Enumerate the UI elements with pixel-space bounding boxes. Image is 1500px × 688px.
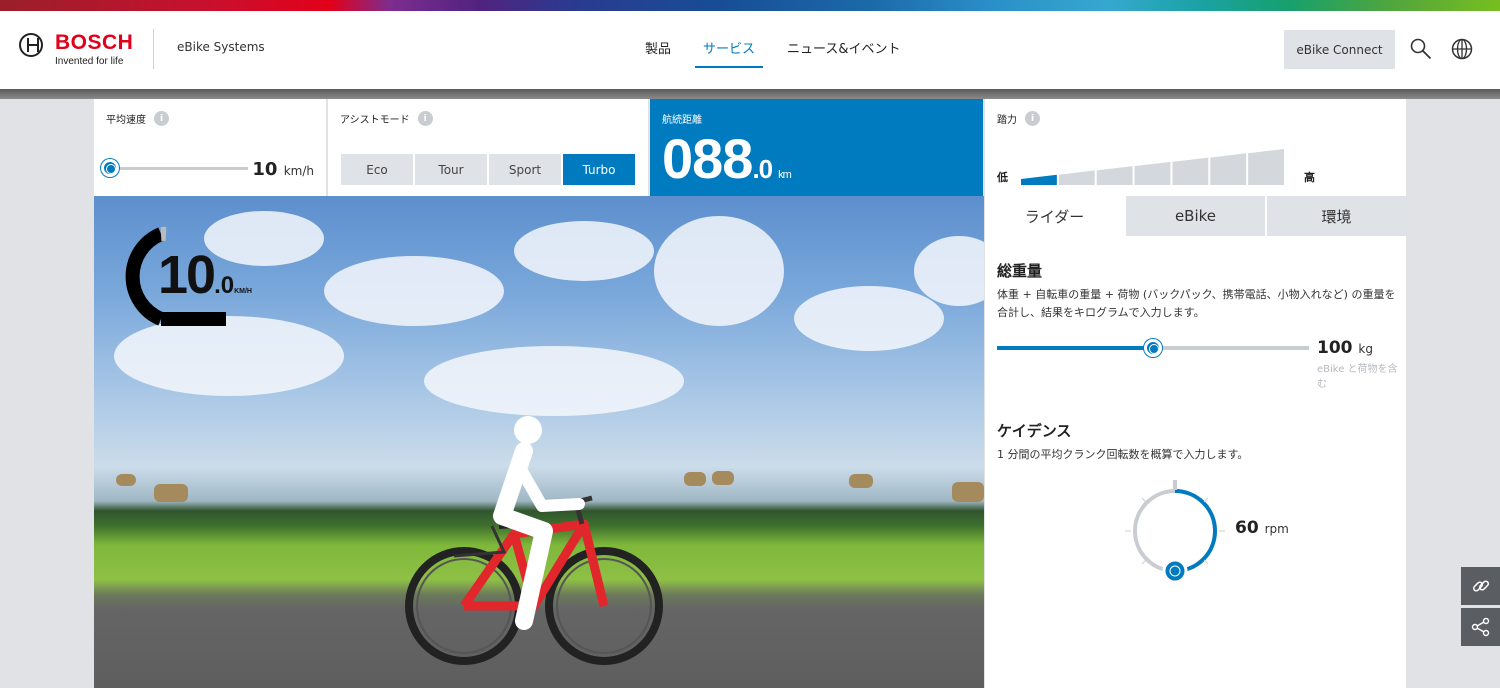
hay-bale: [116, 474, 136, 486]
range-unit: km: [778, 169, 792, 181]
pedal-force-meter[interactable]: [1021, 149, 1284, 185]
assist-mode-eco[interactable]: Eco: [341, 154, 413, 185]
pedal-force-label-row: 踏力 i: [997, 111, 1040, 126]
pedal-force-panel: 踏力 i 低 高: [985, 99, 1406, 196]
hay-bale: [952, 482, 984, 502]
share-icon: [1471, 617, 1489, 637]
avg-speed-number: 10: [252, 159, 278, 180]
avg-speed-slider-handle[interactable]: [101, 159, 119, 177]
avg-speed-unit: km/h: [283, 164, 314, 178]
cloud: [324, 256, 504, 326]
total-weight-number: 100: [1317, 338, 1353, 358]
total-weight-title: 総重量: [997, 262, 1043, 280]
cloud: [914, 236, 984, 306]
avg-speed-value: 10 km/h: [252, 159, 314, 180]
nav-item-service[interactable]: サービス: [695, 38, 764, 68]
settings-tabs: ライダー eBike 環境: [985, 196, 1406, 236]
nav-item-news-events[interactable]: ニュース&イベント: [787, 38, 901, 68]
logo-divider: [153, 29, 154, 69]
speedometer-unit: KM/H: [234, 288, 252, 295]
brand-color-stripe: [0, 0, 1500, 11]
range-integer: 088: [662, 127, 753, 190]
pedal-force-high-label: 高: [1304, 171, 1315, 184]
rider-settings-panel: 総重量 体重 + 自転車の重量 + 荷物 (バックパック、携帯電話、小物入れなど…: [985, 236, 1406, 688]
info-icon[interactable]: i: [417, 111, 433, 126]
total-weight-value: 100 kg: [1317, 338, 1373, 358]
total-weight-slider-fill: [997, 346, 1153, 350]
assist-mode-panel: アシストモード i Eco Tour Sport Turbo: [328, 99, 648, 196]
assist-mode-turbo[interactable]: Turbo: [563, 154, 635, 185]
tab-ebike[interactable]: eBike: [1126, 196, 1265, 236]
total-weight-note: eBike と荷物を含む: [1317, 364, 1398, 390]
range-label: 航続距離: [662, 115, 702, 126]
assist-mode-sport[interactable]: Sport: [489, 154, 561, 185]
cadence-value: 60 rpm: [1235, 518, 1289, 538]
assist-mode-tour[interactable]: Tour: [415, 154, 487, 185]
total-weight-description: 体重 + 自転車の重量 + 荷物 (バックパック、携帯電話、小物入れなど) の重…: [997, 288, 1396, 319]
avg-speed-panel: 平均速度 i 10 km/h: [94, 99, 326, 196]
info-icon[interactable]: i: [154, 111, 169, 126]
avg-speed-label-row: 平均速度 i: [106, 111, 169, 126]
brand-tagline: Invented for life: [55, 56, 124, 67]
speedometer-reading: 10.0KM/H: [158, 244, 252, 306]
globe-icon[interactable]: [1451, 38, 1473, 60]
pedal-force-segment: [1058, 170, 1095, 185]
ebike-rider-illustration: [405, 416, 663, 665]
ebike-connect-button[interactable]: eBike Connect: [1284, 30, 1395, 69]
pedal-force-segment: [1210, 153, 1247, 185]
pedal-force-segment: [1134, 161, 1171, 185]
tab-environment[interactable]: 環境: [1267, 196, 1406, 236]
pedal-force-label: 踏力: [997, 115, 1017, 126]
riding-scene: 10.0KM/H: [94, 196, 984, 688]
site-header: BOSCH Invented for life eBike Systems 製品…: [0, 11, 1500, 89]
pedal-force-segment: [1096, 166, 1133, 185]
info-icon[interactable]: i: [1025, 111, 1040, 126]
pedal-force-segment: [1172, 157, 1209, 185]
cadence-title: ケイデンス: [997, 422, 1072, 440]
assist-mode-label: アシストモード: [340, 115, 410, 126]
cloud: [794, 286, 944, 351]
cloud: [114, 316, 344, 396]
search-icon[interactable]: [1410, 38, 1432, 60]
range-decimal: .0: [752, 154, 773, 184]
speedometer-integer: 10: [158, 245, 216, 305]
pedal-force-low-label: 低: [997, 171, 1008, 184]
range-value: 088.0 km: [662, 126, 792, 191]
tab-rider[interactable]: ライダー: [985, 196, 1124, 236]
site-name[interactable]: eBike Systems: [177, 40, 265, 54]
hay-bale: [712, 471, 734, 485]
total-weight-slider-handle[interactable]: [1144, 339, 1162, 357]
pedal-force-segment: [1021, 174, 1057, 185]
share-button[interactable]: [1461, 608, 1500, 646]
cadence-description: 1 分間の平均クランク回転数を概算で入力します。: [997, 448, 1249, 461]
total-weight-slider-track[interactable]: [997, 339, 1309, 357]
hay-bale: [154, 484, 188, 502]
assist-mode-label-row: アシストモード i: [340, 111, 433, 126]
cloud: [514, 221, 654, 281]
avg-speed-label: 平均速度: [106, 115, 146, 126]
main-nav: 製品 サービス ニュース&イベント: [645, 38, 901, 68]
speedometer-decimal: .0: [214, 272, 235, 299]
cadence-number: 60: [1235, 518, 1259, 538]
cloud: [654, 216, 784, 326]
pedal-force-segment: [1248, 149, 1284, 185]
nav-item-products[interactable]: 製品: [645, 38, 671, 68]
avg-speed-slider-track[interactable]: [101, 159, 248, 177]
header-shadow: [0, 89, 1500, 99]
link-button[interactable]: [1461, 567, 1500, 605]
hay-bale: [849, 474, 873, 488]
bosch-logo-icon[interactable]: [19, 33, 43, 57]
cadence-dial[interactable]: [1125, 476, 1225, 586]
total-weight-unit: kg: [1358, 342, 1373, 356]
cadence-unit: rpm: [1264, 522, 1289, 536]
range-panel: 航続距離 088.0 km: [650, 99, 983, 196]
brand-wordmark[interactable]: BOSCH: [55, 31, 133, 55]
assist-mode-selector: Eco Tour Sport Turbo: [341, 154, 635, 185]
hay-bale: [684, 472, 706, 486]
link-icon: [1472, 580, 1489, 592]
